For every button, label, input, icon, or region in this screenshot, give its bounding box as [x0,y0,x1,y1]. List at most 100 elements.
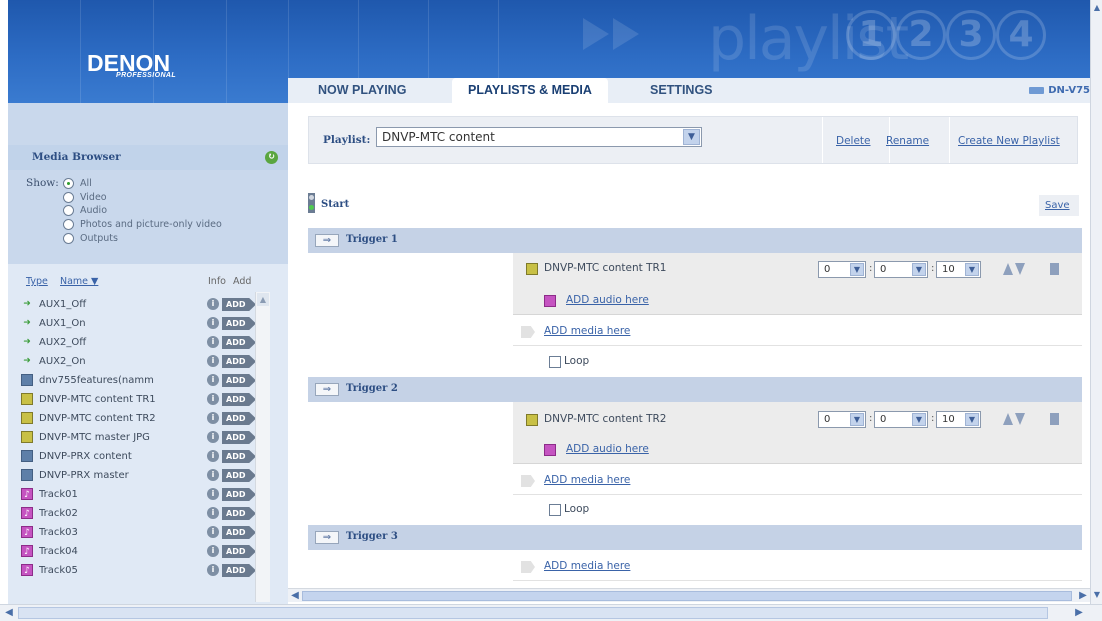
info-icon[interactable]: i [207,374,219,386]
playlist-select[interactable]: DNVP-MTC content ▼ [376,127,702,147]
scroll-up-icon[interactable]: ▲ [1091,1,1102,14]
info-icon[interactable]: i [207,393,219,405]
media-list-item[interactable]: DNVP-MTC content TR2 i ADD [8,409,270,428]
sort-name-link[interactable]: Name ▼ [60,276,98,287]
radio-audio[interactable] [63,205,74,216]
tab-now-playing[interactable]: NOW PLAYING [318,78,406,103]
trigger-1-bar[interactable]: ⇒ Trigger 1 [308,228,1082,253]
info-icon[interactable]: i [207,526,219,538]
media-list-item[interactable]: DNVP-PRX content i ADD [8,447,270,466]
info-icon[interactable]: i [207,545,219,557]
filter-audio[interactable]: Audio [63,205,107,217]
info-icon[interactable]: i [207,450,219,462]
media-list-item[interactable]: DNVP-MTC master JPG i ADD [8,428,270,447]
radio-video[interactable] [63,192,74,203]
tab-playlists-media[interactable]: PLAYLISTS & MEDIA [452,78,608,103]
tab-settings[interactable]: SETTINGS [650,78,713,103]
window-hscroll-thumb[interactable] [18,607,1048,619]
trigger-1-minutes-select[interactable]: 0 ▼ [874,261,928,278]
info-icon[interactable]: i [207,469,219,481]
scroll-left-icon[interactable]: ◀ [2,606,16,620]
media-list-item[interactable]: ➜ AUX2_Off i ADD [8,333,270,352]
info-icon[interactable]: i [207,564,219,576]
filter-outputs[interactable]: Outputs [63,233,118,245]
radio-outputs[interactable] [63,233,74,244]
trigger-1-add-media[interactable]: ADD media here [544,325,630,337]
scroll-right-icon[interactable]: ▶ [1072,606,1086,620]
scroll-right-icon[interactable]: ▶ [1076,589,1090,602]
trigger-1-seconds-select[interactable]: 10 ▼ [936,261,981,278]
media-list-item[interactable]: ➜ AUX2_On i ADD [8,352,270,371]
scroll-down-icon[interactable]: ▼ [1091,588,1102,601]
add-button[interactable]: ADD [222,355,256,368]
media-list-item[interactable]: DNVP-PRX master i ADD [8,466,270,485]
radio-all[interactable] [63,178,74,189]
trigger-1-hours-select[interactable]: 0 ▼ [818,261,866,278]
trigger-2-loop-checkbox[interactable] [549,504,561,516]
add-button[interactable]: ADD [222,564,256,577]
info-icon[interactable]: i [207,488,219,500]
media-list-item[interactable]: dnv755features(namm i ADD [8,371,270,390]
chevron-down-icon[interactable]: ▼ [965,263,979,276]
add-button[interactable]: ADD [222,469,256,482]
add-button[interactable]: ADD [222,450,256,463]
add-button[interactable]: ADD [222,507,256,520]
trigger-2-minutes-select[interactable]: 0 ▼ [874,411,928,428]
trash-icon[interactable] [1050,263,1059,275]
create-playlist-link[interactable]: Create New Playlist [958,135,1060,147]
filter-photos[interactable]: Photos and picture-only video [63,219,222,231]
media-list-item[interactable]: ♪ Track03 i ADD [8,523,270,542]
add-button[interactable]: ADD [222,317,256,330]
save-link[interactable]: Save [1045,200,1070,211]
window-vscrollbar[interactable]: ▲ ▼ [1090,0,1102,604]
add-button[interactable]: ADD [222,336,256,349]
trigger-2-hours-select[interactable]: 0 ▼ [818,411,866,428]
chevron-down-icon[interactable]: ▼ [850,413,864,426]
scroll-left-icon[interactable]: ◀ [288,589,302,602]
window-hscrollbar[interactable]: ◀ ▶ [0,604,1102,621]
editor-hscroll-thumb[interactable] [302,591,1072,601]
add-button[interactable]: ADD [222,488,256,501]
info-icon[interactable]: i [207,317,219,329]
info-icon[interactable]: i [207,336,219,348]
media-list-item[interactable]: ♪ Track02 i ADD [8,504,270,523]
add-button[interactable]: ADD [222,545,256,558]
delete-playlist-link[interactable]: Delete [836,135,871,147]
info-icon[interactable]: i [207,412,219,424]
trigger-2-add-audio[interactable]: ADD audio here [566,443,649,455]
media-list-item[interactable]: ♪ Track04 i ADD [8,542,270,561]
trigger-1-add-audio[interactable]: ADD audio here [566,294,649,306]
chevron-down-icon[interactable]: ▼ [683,129,700,145]
trigger-1-loop-checkbox[interactable] [549,356,561,368]
rename-playlist-link[interactable]: Rename [886,135,929,147]
add-button[interactable]: ADD [222,412,256,425]
trigger-2-seconds-select[interactable]: 10 ▼ [936,411,981,428]
refresh-icon[interactable]: ↻ [265,151,278,164]
chevron-down-icon[interactable]: ▼ [912,413,926,426]
trigger-2-add-media[interactable]: ADD media here [544,474,630,486]
trash-icon[interactable] [1050,413,1059,425]
info-icon[interactable]: i [207,507,219,519]
info-icon[interactable]: i [207,298,219,310]
media-list-item[interactable]: DNVP-MTC content TR1 i ADD [8,390,270,409]
media-list-item[interactable]: ➜ AUX1_On i ADD [8,314,270,333]
trigger-2-bar[interactable]: ⇒ Trigger 2 [308,377,1082,402]
add-button[interactable]: ADD [222,298,256,311]
filter-video[interactable]: Video [63,192,107,204]
media-list-item[interactable]: ♪ Track05 i ADD [8,561,270,580]
media-list-scrollbar[interactable]: ▲ [255,292,270,602]
scroll-up-icon[interactable]: ▲ [257,293,269,306]
media-list-item[interactable]: ♪ Track01 i ADD [8,485,270,504]
chevron-down-icon[interactable]: ▼ [965,413,979,426]
add-button[interactable]: ADD [222,393,256,406]
radio-photos[interactable] [63,219,74,230]
add-button[interactable]: ADD [222,374,256,387]
add-button[interactable]: ADD [222,431,256,444]
editor-hscrollbar[interactable]: ◀ ▶ [288,588,1090,602]
info-icon[interactable]: i [207,431,219,443]
chevron-down-icon[interactable]: ▼ [912,263,926,276]
info-icon[interactable]: i [207,355,219,367]
trigger-3-bar[interactable]: ⇒ Trigger 3 [308,525,1082,550]
filter-all[interactable]: All [63,178,92,190]
sort-type-link[interactable]: Type [26,276,48,287]
